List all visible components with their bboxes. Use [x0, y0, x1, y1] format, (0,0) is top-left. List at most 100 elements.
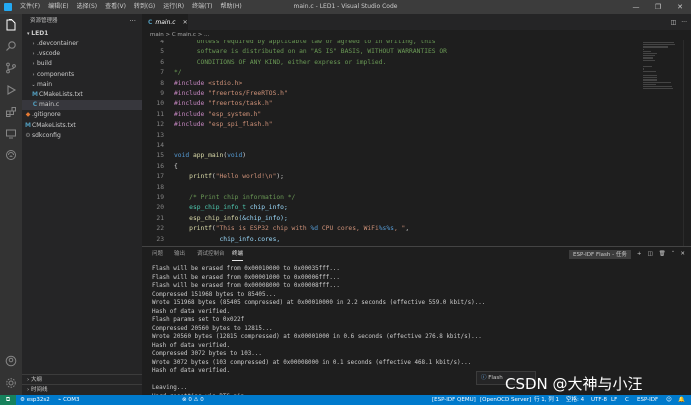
code-line[interactable]: 14: [142, 141, 632, 151]
status-problems[interactable]: ⊗ 0 ⚠ 0: [182, 395, 204, 405]
manage-gear-icon[interactable]: [3, 375, 19, 391]
code-line[interactable]: 4 Unless required by applicable law or a…: [142, 40, 632, 47]
maximize-icon[interactable]: ❐: [647, 0, 669, 14]
tab-output[interactable]: 输出: [174, 247, 185, 261]
split-terminal-icon[interactable]: ◫: [647, 251, 652, 257]
status-port[interactable]: ⌁ COM3: [58, 395, 79, 405]
extensions-icon[interactable]: [3, 104, 19, 120]
code-line[interactable]: 8 #include <stdio.h>: [142, 79, 632, 89]
add-terminal-icon[interactable]: +: [637, 251, 642, 257]
chevron-up-icon[interactable]: ˄: [672, 251, 675, 257]
project-root[interactable]: ▾ LED1: [22, 28, 142, 39]
close-icon[interactable]: ✕: [680, 251, 685, 257]
code-line[interactable]: 5 software is distributed on an "AS IS" …: [142, 47, 632, 57]
timeline-section[interactable]: › 时间线: [22, 384, 142, 394]
esp-idf-icon[interactable]: [3, 147, 19, 163]
line-number: 10: [156, 100, 164, 108]
code-line[interactable]: 13: [142, 131, 632, 141]
minimap[interactable]: [641, 40, 683, 246]
trash-icon[interactable]: 🗑: [659, 251, 666, 257]
code-line[interactable]: 16 {: [142, 162, 632, 172]
explorer-header: 资源管理器 ···: [22, 14, 142, 28]
menu-selection[interactable]: 选择(S): [73, 0, 102, 14]
code-line[interactable]: 22 printf("This is ESP32 chip with %d CP…: [142, 224, 632, 234]
menu-view[interactable]: 查看(V): [101, 0, 130, 14]
menu-terminal[interactable]: 终端(T): [188, 0, 216, 14]
tree-item-build[interactable]: › build: [22, 59, 142, 69]
status-target[interactable]: ⚙ esp32s2: [20, 395, 50, 405]
tree-item-main-cmakelists[interactable]: MCMakeLists.txt: [22, 90, 142, 100]
tree-item-vscode[interactable]: › .vscode: [22, 49, 142, 59]
close-icon[interactable]: ✕: [183, 19, 188, 26]
more-actions-icon[interactable]: ···: [129, 14, 136, 28]
feedback-icon[interactable]: ☺: [666, 395, 672, 405]
code-line[interactable]: 11 #include "esp_system.h": [142, 110, 632, 120]
status-cursor-position[interactable]: 行 1, 列 1: [534, 395, 559, 405]
menu-go[interactable]: 转到(G): [130, 0, 159, 14]
code-line[interactable]: 21 esp_chip_info(&chip_info);: [142, 214, 632, 224]
code-line[interactable]: 15 void app_main(void): [142, 151, 632, 161]
status-qemu[interactable]: [ESP-IDF QEMU]: [432, 395, 476, 405]
line-number: 7: [160, 69, 164, 77]
tree-item-gitignore[interactable]: ◆ .gitignore: [22, 110, 142, 120]
code-token: printf: [189, 173, 212, 181]
menu-edit[interactable]: 编辑(E): [44, 0, 72, 14]
status-eol[interactable]: LF: [611, 395, 617, 405]
tree-item-sdkconfig[interactable]: ⚙sdkconfig: [22, 131, 142, 141]
tab-main-c[interactable]: C main.c ✕: [142, 14, 188, 30]
tree-item-root-cmakelists[interactable]: MCMakeLists.txt: [22, 121, 142, 131]
status-esp-idf[interactable]: ESP-IDF: [637, 395, 658, 405]
project-name: LED1: [31, 30, 49, 37]
minimap-line: [643, 66, 652, 68]
code-line[interactable]: 23 chip_info.cores,: [142, 235, 632, 245]
run-debug-icon[interactable]: [3, 82, 19, 98]
menu-help[interactable]: 帮助(H): [216, 0, 245, 14]
remote-explorer-icon[interactable]: [3, 126, 19, 142]
code-line[interactable]: 19 /* Print chip information */: [142, 193, 632, 203]
remote-indicator-icon[interactable]: ⧉: [0, 395, 16, 405]
tab-debug-console[interactable]: 调试控制台: [197, 247, 225, 261]
code-editor[interactable]: 4 Unless required by applicable law or a…: [142, 40, 691, 246]
line-number: 5: [160, 48, 164, 56]
minimize-icon[interactable]: —: [625, 0, 647, 14]
explorer-icon[interactable]: [3, 17, 19, 33]
code-line[interactable]: 9 #include "freertos/FreeRTOS.h": [142, 89, 632, 99]
code-line[interactable]: 12 #include "esp_spi_flash.h": [142, 120, 632, 130]
minimap-line: [643, 53, 657, 55]
terminal-line: Flash params set to 0x022f: [152, 317, 245, 323]
tree-item-main-folder[interactable]: ⌄main: [22, 80, 142, 90]
menu-run[interactable]: 运行(R): [159, 0, 188, 14]
terminal-select[interactable]: ESP-IDF Flash - 任务: [569, 249, 631, 259]
code-token: <stdio.h>: [208, 79, 243, 87]
notifications-bell-icon[interactable]: 🔔: [678, 395, 685, 405]
search-icon[interactable]: [3, 38, 19, 54]
account-icon[interactable]: [3, 353, 19, 369]
cmake-file-icon: M: [25, 121, 31, 129]
status-indent[interactable]: 空格: 4: [566, 395, 584, 405]
breadcrumb[interactable]: main > C main.c > ...: [142, 30, 691, 40]
menu-file[interactable]: 文件(F): [16, 0, 44, 14]
code-line[interactable]: 7 */: [142, 68, 632, 78]
tree-item-main-c[interactable]: Cmain.c: [22, 100, 142, 111]
code-token: chip_info.cores,: [174, 235, 281, 243]
tree-item-devcontainer[interactable]: › .devcontainer: [22, 39, 142, 49]
code-line[interactable]: 6 CONDITIONS OF ANY KIND, either express…: [142, 58, 632, 68]
tree-item-components[interactable]: › components: [22, 70, 142, 80]
close-icon[interactable]: ✕: [669, 0, 691, 14]
status-openocd[interactable]: [OpenOCD Server]: [480, 395, 531, 405]
code-token: #include: [174, 90, 209, 97]
code-line[interactable]: 10 #include "freertos/task.h": [142, 99, 632, 109]
code-line[interactable]: 20 esp_chip_info_t chip_info;: [142, 203, 632, 213]
line-number: 21: [156, 214, 164, 222]
tab-terminal[interactable]: 终端: [232, 247, 244, 261]
tab-problems[interactable]: 问题: [152, 247, 163, 261]
status-encoding[interactable]: UTF-8: [591, 395, 607, 405]
more-actions-icon[interactable]: ···: [681, 19, 687, 26]
editor-scrollbar[interactable]: [683, 40, 691, 246]
code-line[interactable]: 17 printf("Hello world!\n");: [142, 172, 632, 182]
code-line[interactable]: 18: [142, 183, 632, 193]
status-language[interactable]: C: [625, 395, 629, 405]
outline-section[interactable]: › 大纲: [22, 374, 142, 384]
split-editor-icon[interactable]: ◫: [671, 19, 677, 26]
source-control-icon[interactable]: [3, 60, 19, 76]
